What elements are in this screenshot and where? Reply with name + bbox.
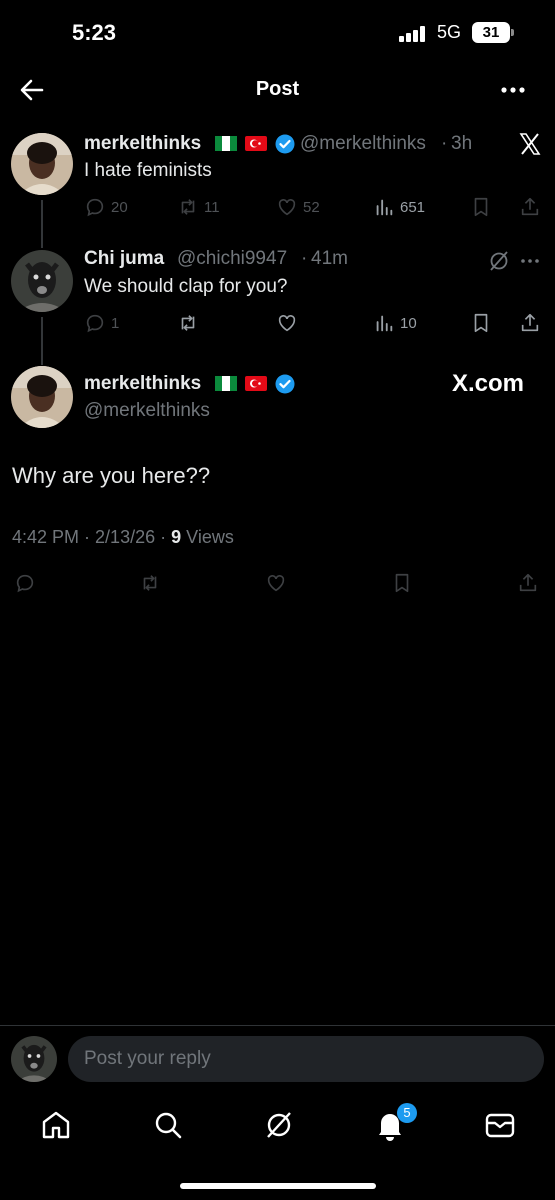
post-text: We should clap for you?	[84, 276, 288, 297]
views-icon	[376, 315, 393, 332]
avatar[interactable]	[11, 133, 73, 195]
author-name[interactable]: Chi juma	[84, 248, 164, 270]
post-time: 3h	[451, 133, 473, 154]
repost-count: 11	[204, 198, 220, 216]
battery-icon: 31	[472, 22, 510, 43]
reply-count: 20	[111, 198, 128, 216]
nigeria-flag-icon	[215, 136, 237, 151]
like-button[interactable]: 52	[276, 195, 320, 219]
reply-divider	[0, 1025, 555, 1026]
repost-button[interactable]	[177, 311, 199, 335]
x-com-watermark: X.com	[452, 370, 525, 397]
post-text: I hate feminists	[84, 160, 212, 181]
bookmark-button[interactable]	[391, 571, 413, 595]
more-dots-icon[interactable]	[498, 76, 528, 104]
avatar[interactable]	[11, 250, 73, 312]
bottom-nav	[0, 1100, 555, 1150]
bookmark-icon	[474, 197, 488, 217]
home-icon[interactable]	[39, 1108, 73, 1142]
share-icon	[521, 313, 539, 332]
meta-separator: ·	[441, 133, 448, 154]
meta-separator: ·	[301, 248, 308, 269]
views-button[interactable]: 10	[373, 311, 417, 335]
post-timestamp: 4:42 PM · 2/13/26 · 9 Views	[12, 527, 234, 547]
turkey-flag-icon	[245, 376, 267, 391]
battery-tip	[511, 29, 514, 36]
repost-icon	[143, 575, 157, 591]
reply-button[interactable]	[14, 571, 36, 595]
like-button[interactable]	[265, 571, 287, 595]
repost-button[interactable]	[139, 571, 161, 595]
grok-icon[interactable]	[487, 249, 511, 273]
bookmark-button[interactable]	[470, 195, 492, 219]
home-indicator	[180, 1183, 376, 1189]
reply-count: 1	[111, 314, 120, 332]
more-dots-icon[interactable]	[518, 249, 542, 273]
repost-icon	[181, 199, 195, 215]
like-icon	[278, 199, 296, 216]
user-avatar[interactable]	[11, 1036, 57, 1082]
verified-icon	[275, 134, 295, 154]
author-name[interactable]: merkelthinks	[84, 373, 201, 395]
reply-button[interactable]: 20	[84, 195, 128, 219]
status-time: 5:23	[72, 20, 117, 45]
turkey-flag-icon	[245, 136, 267, 151]
views-button[interactable]: 651	[373, 195, 425, 219]
mail-icon[interactable]	[483, 1108, 517, 1142]
bookmark-icon	[395, 573, 409, 593]
search-icon[interactable]	[151, 1108, 185, 1142]
views-icon	[376, 199, 393, 216]
post-time: 41m	[311, 248, 348, 269]
reply-icon	[86, 314, 104, 333]
verified-icon	[275, 374, 295, 394]
bookmark-icon	[474, 313, 488, 333]
share-button[interactable]	[519, 195, 541, 219]
views-count: 651	[400, 198, 426, 216]
avatar[interactable]	[11, 366, 73, 428]
views-label: Views	[186, 527, 234, 547]
share-icon	[519, 573, 537, 592]
views-count: 9	[171, 527, 182, 547]
signal-icon	[399, 26, 427, 42]
status-bar: 5:23 5G 31	[0, 0, 555, 66]
author-name[interactable]: merkelthinks	[84, 133, 201, 155]
post-header: Post	[0, 66, 555, 114]
author-handle[interactable]: @merkelthinks	[84, 400, 210, 422]
notifications-badge: 5	[397, 1103, 417, 1123]
like-button[interactable]	[276, 311, 298, 335]
repost-icon	[181, 315, 195, 331]
reply-input[interactable]	[68, 1036, 544, 1082]
like-icon	[278, 315, 296, 332]
reply-icon	[86, 198, 104, 217]
share-button[interactable]	[517, 571, 539, 595]
like-count: 52	[303, 198, 320, 216]
share-button[interactable]	[519, 311, 541, 335]
thread-line	[41, 317, 43, 365]
views-count: 10	[400, 314, 417, 332]
x-logo-icon	[519, 133, 541, 155]
bookmark-button[interactable]	[470, 311, 492, 335]
post-time: 4:42 PM	[12, 527, 80, 547]
network-label: 5G	[437, 22, 462, 42]
author-handle[interactable]: @merkelthinks	[300, 133, 426, 155]
nigeria-flag-icon	[215, 376, 237, 391]
post-date: 2/13/26	[95, 527, 156, 547]
reply-icon	[16, 574, 34, 593]
like-icon	[267, 575, 285, 592]
page-title: Post	[255, 78, 300, 100]
share-icon	[521, 197, 539, 216]
grok-icon[interactable]	[262, 1108, 296, 1142]
repost-button[interactable]: 11	[177, 195, 220, 219]
thread-line	[41, 200, 43, 248]
post-text: Why are you here??	[12, 463, 211, 488]
reply-button[interactable]: 1	[84, 311, 119, 335]
author-handle[interactable]: @chichi9947	[177, 248, 287, 270]
